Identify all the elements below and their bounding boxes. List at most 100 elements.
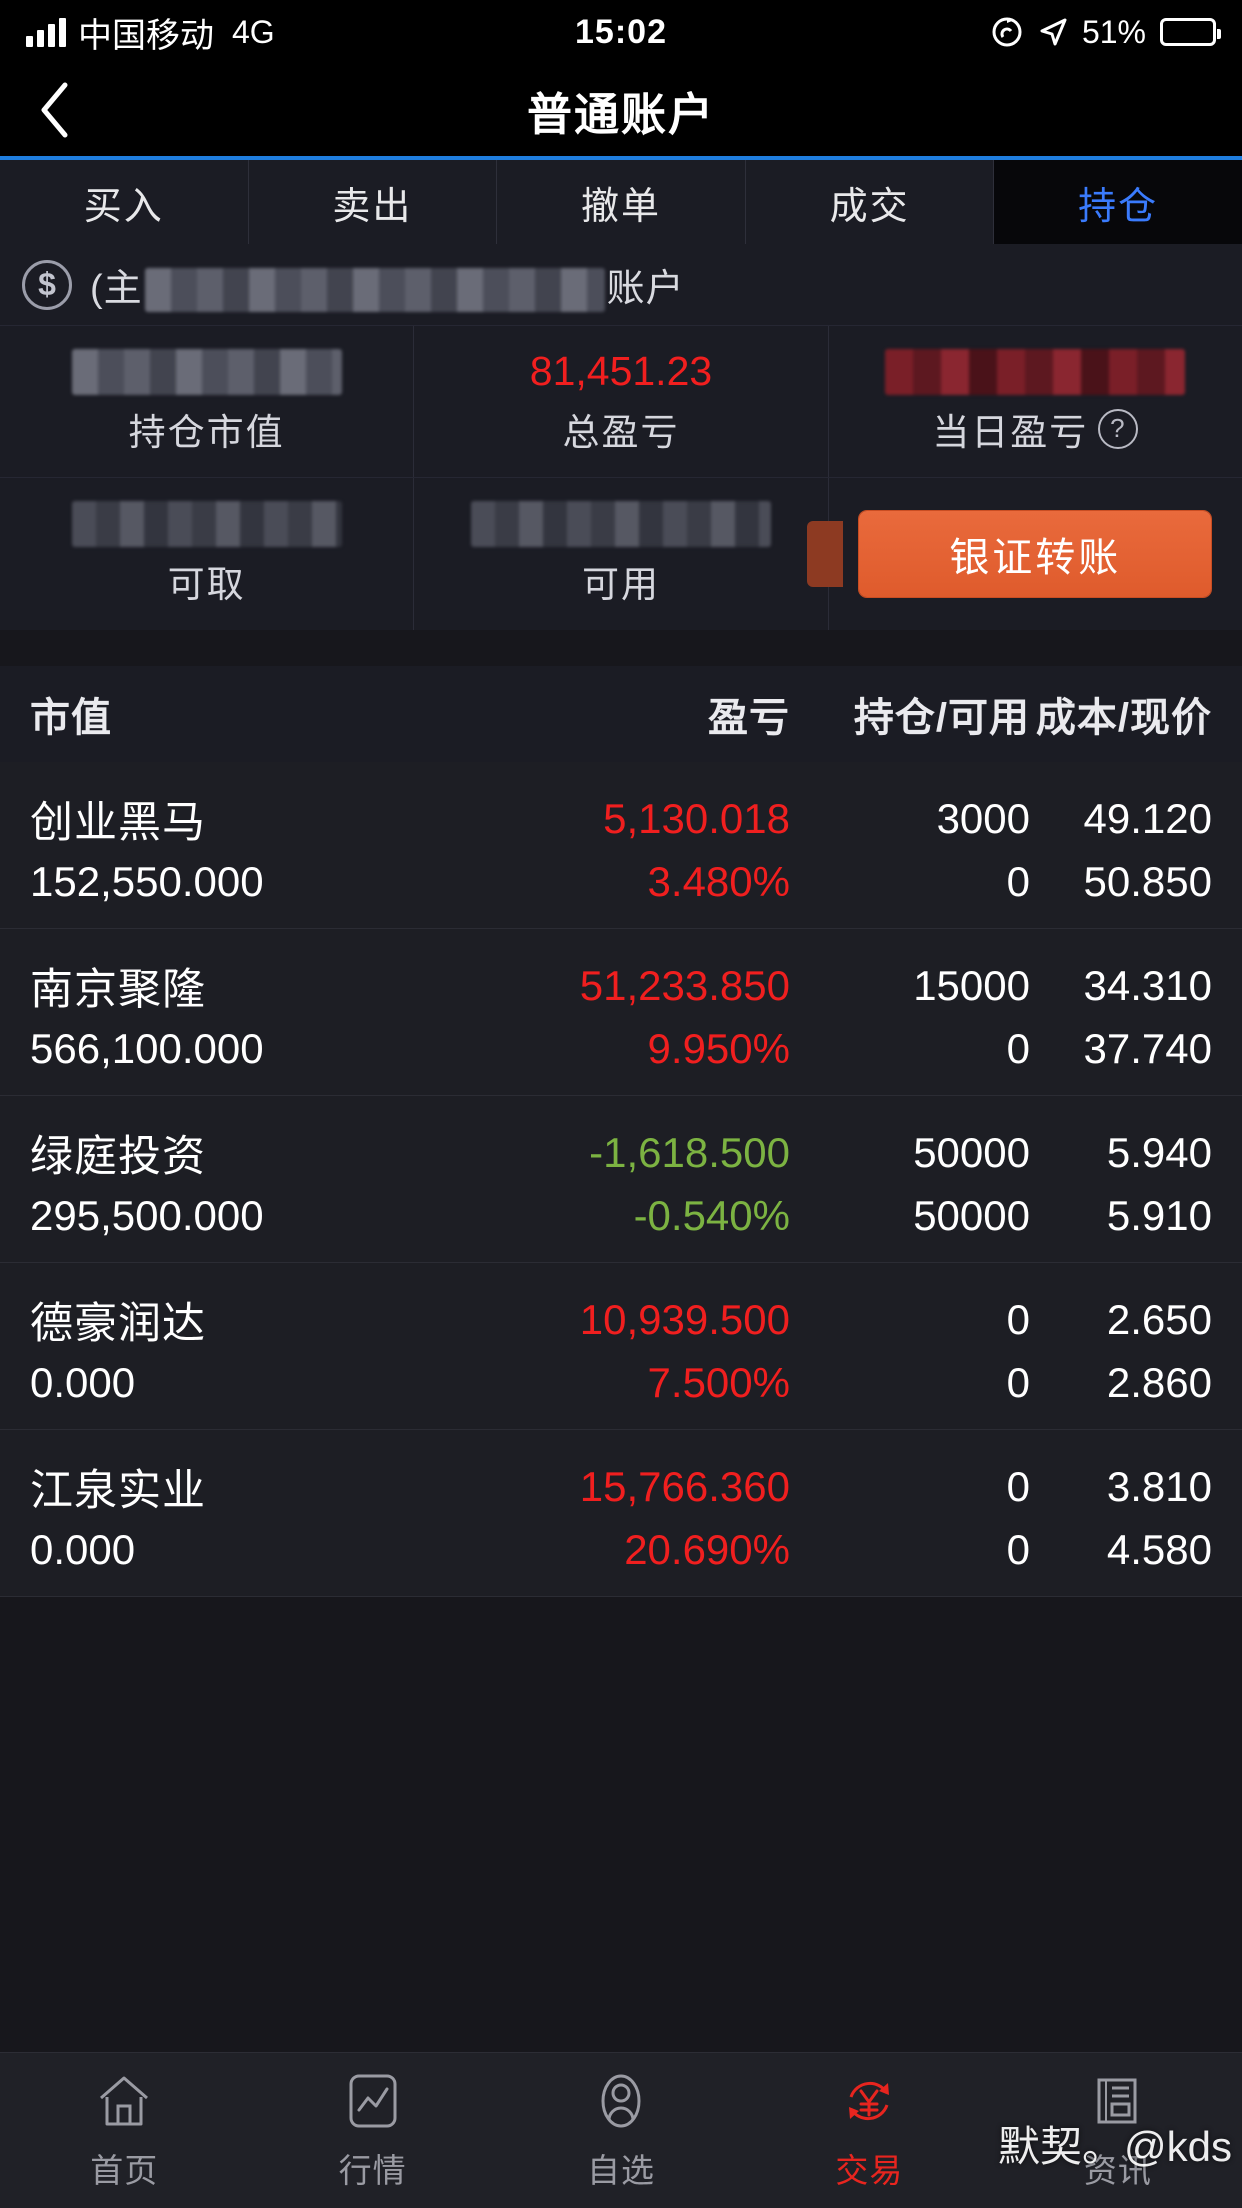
stock-cost: 5.940 [1106,1129,1212,1176]
bottom-nav-watchlist-label: 自选 [587,2151,656,2189]
summary-total-pnl-label: 总盈亏 [562,411,680,453]
tab-transactions[interactable]: 成交 [746,160,995,244]
summary-market-value-label: 持仓市值 [128,411,285,453]
summary-available: 可用 [414,478,829,630]
stock-available: 0 [1006,1025,1030,1072]
stock-market-value: 0.000 [30,1359,136,1406]
summary-row-2: 可取 可用 银证转账 [0,478,1242,630]
table-row[interactable]: 德豪润达 10,939.500 0 2.650 0.000 7.500% 0 2… [0,1263,1242,1430]
rotation-lock-icon [990,15,1024,49]
dollar-circle-icon: $ [22,259,72,310]
header-market-value: 市值 [30,696,112,740]
bottom-nav-watchlist[interactable]: 自选 [497,2070,745,2192]
stock-cost: 34.310 [1083,962,1212,1009]
page-title: 普通账户 [526,88,715,140]
account-name-prefix: (主 [90,267,143,310]
stock-available: 50000 [913,1192,1030,1239]
summary-available-label: 可用 [581,564,660,605]
stock-price: 50.850 [1083,858,1212,905]
status-bar: 中国移动 4G 15:02 51% [0,0,1242,64]
summary-withdrawable-amount [71,500,342,548]
stock-profit: -1,618.500 [589,1129,790,1176]
bank-transfer-cell: 银证转账 [806,478,1242,630]
table-row[interactable]: 江泉实业 15,766.360 0 3.810 0.000 20.690% 0 … [0,1430,1242,1597]
yuan-refresh-icon [839,2070,899,2132]
account-name: (主 账户 [90,257,685,313]
header-pnl: 盈亏 [708,696,790,740]
stock-profit: 5,130.018 [603,795,790,842]
bottom-nav-home-label: 首页 [90,2151,159,2189]
stock-available: 0 [1006,858,1030,905]
account-name-redaction [144,268,605,313]
battery-percent-label: 51% [1081,13,1146,50]
tab-cancel-order[interactable]: 撤单 [497,160,746,244]
available-redaction [470,501,771,547]
summary-row-1: 持仓市值 81,451.23 总盈亏 当日盈亏 ? [0,326,1242,478]
stock-market-value: 295,500.000 [30,1192,264,1239]
stock-market-value: 0.000 [30,1526,136,1573]
stock-profit-pct: 20.690% [624,1526,790,1573]
bank-transfer-button[interactable]: 银证转账 [859,511,1212,597]
bottom-nav-news[interactable]: 资讯 [994,2070,1242,2192]
stock-profit-pct: 3.480% [647,858,790,905]
summary-today-pnl-amount [885,348,1186,396]
stock-profit: 15,766.360 [579,1463,790,1510]
account-name-suffix: 账户 [606,267,685,310]
bottom-nav-quotes[interactable]: 行情 [248,2070,496,2192]
trade-tab-bar: 买入 卖出 撤单 成交 持仓 [0,156,1242,244]
account-summary-panel: 持仓市值 81,451.23 总盈亏 当日盈亏 ? 可取 可用 银证转账 [0,326,1242,630]
stock-position: 0 [1006,1463,1030,1510]
stock-available: 0 [1006,1359,1030,1406]
today-pnl-redaction [885,348,1186,395]
stock-name: 江泉实业 [30,1467,206,1515]
bottom-nav-trade[interactable]: 交易 [745,2070,993,2192]
tab-holdings[interactable]: 持仓 [994,160,1242,244]
news-icon [1091,2070,1145,2132]
location-arrow-icon [1038,17,1068,47]
stock-profit-pct: 7.500% [647,1359,790,1406]
stock-market-value: 566,100.000 [30,1025,264,1072]
tab-sell[interactable]: 卖出 [249,160,498,244]
bottom-nav-news-label: 资讯 [1083,2151,1152,2189]
table-row[interactable]: 南京聚隆 51,233.850 15000 34.310 566,100.000… [0,929,1242,1096]
stock-profit: 10,939.500 [579,1296,790,1343]
stock-name: 创业黑马 [30,799,206,847]
stock-market-value: 152,550.000 [30,858,264,905]
bottom-nav-home[interactable]: 首页 [0,2070,248,2192]
stock-price: 5.910 [1106,1192,1212,1239]
tab-buy[interactable]: 买入 [0,160,249,244]
stock-profit-pct: 9.950% [647,1025,790,1072]
header-cost-price: 成本/现价 [1035,696,1212,740]
stock-position: 50000 [913,1129,1030,1176]
header-position-available: 持仓/可用 [853,696,1030,740]
home-icon [95,2070,153,2132]
holdings-table-header: 市值 盈亏 持仓/可用 成本/现价 [0,666,1242,762]
account-selector-row[interactable]: $ (主 账户 [0,244,1242,326]
stock-cost: 49.120 [1083,795,1212,842]
table-row[interactable]: 创业黑马 5,130.018 3000 49.120 152,550.000 3… [0,762,1242,929]
summary-market-value-amount [71,348,342,396]
stock-position: 3000 [936,795,1030,842]
stock-name: 绿庭投资 [30,1133,206,1181]
table-row[interactable]: 绿庭投资 -1,618.500 50000 5.940 295,500.000 … [0,1096,1242,1263]
market-value-redaction [71,348,342,395]
stock-position: 15000 [913,962,1030,1009]
summary-available-amount [470,500,771,548]
stock-cost: 3.810 [1106,1463,1212,1510]
stock-available: 0 [1006,1526,1030,1573]
stock-profit-pct: -0.540% [633,1192,790,1239]
summary-withdrawable: 可取 [0,478,415,630]
status-bar-right: 51% [990,13,1221,51]
chart-icon [346,2070,400,2132]
stock-name: 南京聚隆 [30,966,206,1014]
summary-withdrawable-label: 可取 [167,564,246,605]
person-icon [594,2070,648,2132]
summary-today-pnl: 当日盈亏 ? [829,326,1242,477]
summary-market-value: 持仓市值 [0,326,415,477]
stock-position: 0 [1006,1296,1030,1343]
holdings-table-body: 创业黑马 5,130.018 3000 49.120 152,550.000 3… [0,762,1242,1597]
question-mark-icon[interactable]: ? [1098,408,1139,449]
stock-cost: 2.650 [1106,1296,1212,1343]
stock-profit: 51,233.850 [579,962,790,1009]
navigation-bar: 普通账户 [0,64,1242,156]
